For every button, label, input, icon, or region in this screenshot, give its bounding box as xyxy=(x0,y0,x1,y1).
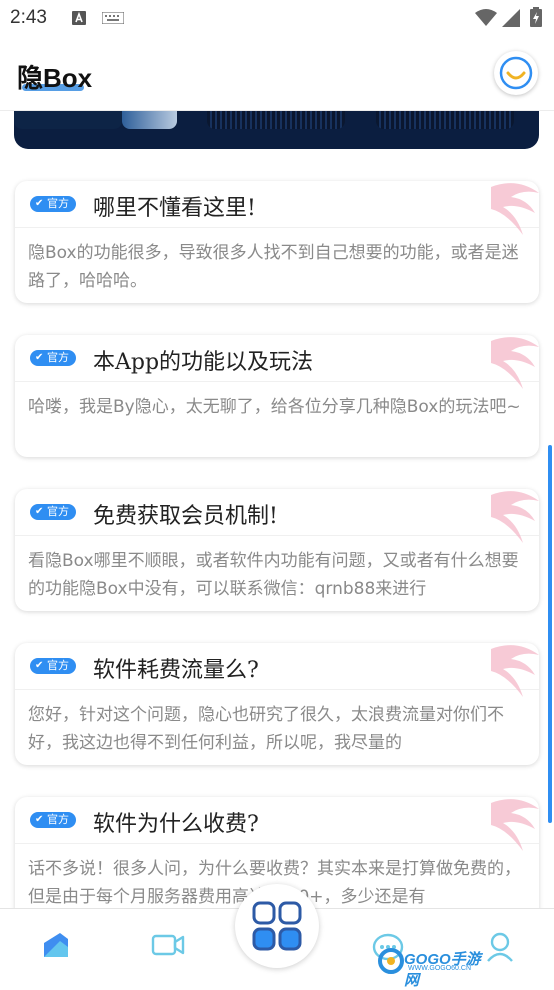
avatar[interactable] xyxy=(494,51,538,95)
watermark-url: WWW.GOGO60.CN xyxy=(408,965,471,972)
wifi-icon xyxy=(475,9,497,26)
video-icon[interactable] xyxy=(151,929,185,961)
official-badge: ✔ 官方 xyxy=(30,350,76,366)
decorative-swirl-icon xyxy=(491,491,539,543)
check-icon: ✔ xyxy=(35,660,44,671)
watermark: GOGO手游网 WWW.GOGO60.CN xyxy=(378,946,492,989)
card-summary: 看隐Box哪里不顺眼，或者软件内功能有问题，又或者有什么想要的功能隐Box中没有… xyxy=(28,551,519,599)
avatar-smile-icon xyxy=(499,56,533,90)
card-title: 软件耗费流量么? xyxy=(93,658,259,683)
post-card[interactable]: ✔ 官方 软件耗费流量么? 您好，针对这个问题，隐心也研究了很久，太浪费流量对你们… xyxy=(15,643,539,765)
decorative-swirl-icon xyxy=(491,337,539,389)
card-summary: 哈喽，我是By隐心，太无聊了，给各位分享几种隐Box的玩法吧~ xyxy=(28,397,521,417)
app-bar: 隐Box xyxy=(0,38,554,111)
post-card[interactable]: ✔ 官方 哪里不懂看这里! 隐Box的功能很多，导致很多人找不到自己想要的功能，或… xyxy=(15,181,539,303)
check-icon: ✔ xyxy=(35,198,44,209)
a-notification-icon xyxy=(72,11,86,25)
banner-tile xyxy=(376,111,514,129)
watermark-logo-icon xyxy=(378,948,404,974)
home-icon[interactable] xyxy=(40,929,72,961)
battery-icon xyxy=(530,7,542,27)
banner-tile xyxy=(14,111,122,129)
card-summary: 您好，针对这个问题，隐心也研究了很久，太浪费流量对你们不好，我这边也得不到任何利… xyxy=(28,705,504,753)
decorative-swirl-icon xyxy=(491,645,539,697)
check-icon: ✔ xyxy=(35,814,44,825)
post-card[interactable]: ✔ 官方 本App的功能以及玩法 哈喽，我是By隐心，太无聊了，给各位分享几种隐B… xyxy=(15,335,539,457)
card-summary: 隐Box的功能很多，导致很多人找不到自己想要的功能，或者是迷路了，哈哈哈。 xyxy=(28,243,519,291)
banner-tile xyxy=(122,111,177,129)
check-icon: ✔ xyxy=(35,506,44,517)
official-badge: ✔ 官方 xyxy=(30,658,76,674)
post-card[interactable]: ✔ 官方 免费获取会员机制! 看隐Box哪里不顺眼，或者软件内功能有问题，又或者有… xyxy=(15,489,539,611)
decorative-swirl-icon xyxy=(491,183,539,235)
keyboard-icon xyxy=(102,12,124,24)
decorative-swirl-icon xyxy=(491,799,539,851)
page-title: 隐Box xyxy=(17,63,93,93)
content-list[interactable]: ✔ 官方 哪里不懂看这里! 隐Box的功能很多，导致很多人找不到自己想要的功能，或… xyxy=(0,111,554,908)
official-badge: ✔ 官方 xyxy=(30,196,76,212)
apps-button[interactable] xyxy=(235,884,319,968)
signal-icon xyxy=(502,9,520,27)
card-title: 软件为什么收费? xyxy=(93,812,259,837)
check-icon: ✔ xyxy=(35,352,44,363)
official-badge: ✔ 官方 xyxy=(30,812,76,828)
apps-icon xyxy=(252,901,302,951)
status-bar: 2:43 xyxy=(0,0,554,38)
status-time: 2:43 xyxy=(10,7,47,28)
card-title: 免费获取会员机制! xyxy=(93,504,278,529)
scrollbar[interactable] xyxy=(548,445,552,823)
card-title: 哪里不懂看这里! xyxy=(93,196,256,221)
banner-image[interactable] xyxy=(14,111,539,149)
official-badge: ✔ 官方 xyxy=(30,504,76,520)
banner-tile xyxy=(207,111,345,129)
card-title: 本App的功能以及玩法 xyxy=(93,350,314,375)
